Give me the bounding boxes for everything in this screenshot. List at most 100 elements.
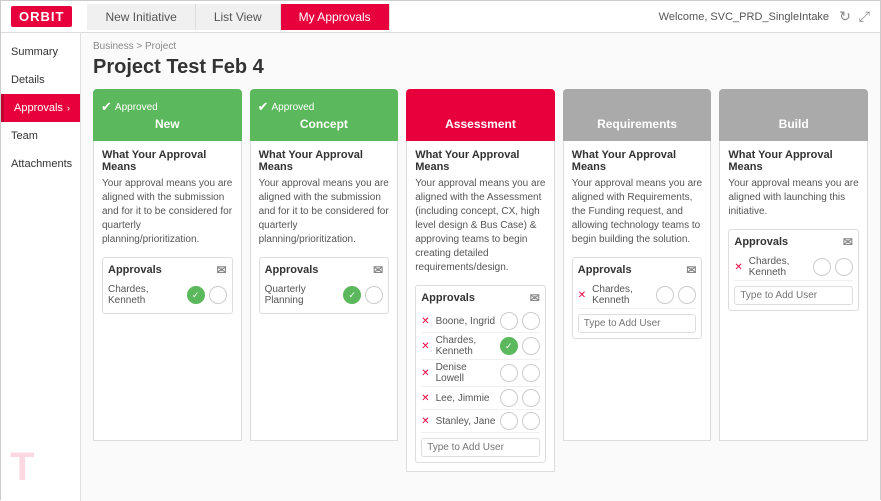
- sidebar-item-team[interactable]: Team: [1, 122, 80, 150]
- approver-row: Chardes, Kenneth ✓: [108, 282, 227, 308]
- approvals-label-requirements: Approvals: [578, 264, 632, 276]
- sidebar-item-details[interactable]: Details: [1, 66, 80, 94]
- approver-status-empty: [522, 389, 540, 407]
- approval-means-text-build: Your approval means you are aligned with…: [728, 177, 859, 219]
- x-icon: ✕: [421, 393, 429, 404]
- kanban-col-requirements: Requirements What Your Approval Means Yo…: [563, 89, 712, 472]
- approval-means-text-requirements: Your approval means you are aligned with…: [572, 177, 703, 247]
- approver-status-empty: [522, 364, 540, 382]
- approver-status-empty: [522, 337, 540, 355]
- approver-name: Denise Lowell: [436, 362, 496, 384]
- approval-means-title-build: What Your Approval Means: [728, 149, 859, 173]
- approver-name: Chardes, Kenneth: [592, 284, 652, 306]
- approvals-label-concept: Approvals: [265, 264, 319, 276]
- tab-new-initiative[interactable]: New Initiative: [87, 4, 195, 30]
- orbit-logo: ORBIT: [11, 6, 72, 27]
- approvals-label-new: Approvals: [108, 264, 162, 276]
- mail-icon-new[interactable]: ✉: [217, 263, 227, 277]
- col-body-build: What Your Approval Means Your approval m…: [719, 141, 868, 441]
- add-user-input-assessment[interactable]: [421, 438, 540, 457]
- approval-means-text-concept: Your approval means you are aligned with…: [259, 177, 390, 247]
- col-header-new: ✔ Approved New: [93, 89, 242, 141]
- col-label-assessment: Assessment: [445, 117, 516, 131]
- tab-my-approvals[interactable]: My Approvals: [281, 4, 390, 30]
- approver-name: Boone, Ingrid: [436, 316, 496, 327]
- sidebar-item-summary[interactable]: Summary: [1, 38, 80, 66]
- sidebar-item-approvals[interactable]: Approvals ›: [1, 94, 80, 122]
- approval-means-text-assessment: Your approval means you are aligned with…: [415, 177, 546, 275]
- col-label-new: New: [155, 117, 180, 131]
- add-user-input-requirements[interactable]: [578, 314, 697, 333]
- header: ORBIT New Initiative List View My Approv…: [1, 1, 880, 33]
- approver-name: Quarterly Planning: [265, 284, 340, 306]
- approver-status-empty: [656, 286, 674, 304]
- approver-status-approved: ✓: [500, 337, 518, 355]
- col-header-concept: ✔ Approved Concept: [250, 89, 399, 141]
- approver-row: ✕ Lee, Jimmie: [421, 387, 540, 410]
- refresh-icon[interactable]: ↻: [839, 8, 851, 25]
- approver-row: ✕ Boone, Ingrid: [421, 310, 540, 333]
- nav-tabs: New Initiative List View My Approvals: [87, 4, 389, 30]
- approver-name: Chardes, Kenneth: [436, 335, 496, 357]
- approval-means-title-concept: What Your Approval Means: [259, 149, 390, 173]
- approver-status-empty: [522, 412, 540, 430]
- layout: Summary Details Approvals › Team Attachm…: [1, 33, 880, 501]
- mail-icon-assessment[interactable]: ✉: [530, 291, 540, 305]
- col-header-assessment: Assessment: [406, 89, 555, 141]
- approvals-section-concept: Approvals ✉ Quarterly Planning ✓: [259, 257, 390, 314]
- col-status-concept: ✔ Approved: [258, 99, 391, 115]
- col-header-requirements: Requirements: [563, 89, 712, 141]
- col-body-concept: What Your Approval Means Your approval m…: [250, 141, 399, 441]
- kanban-col-new: ✔ Approved New What Your Approval Means …: [93, 89, 242, 472]
- approval-means-text-new: Your approval means you are aligned with…: [102, 177, 233, 247]
- approver-name: Chardes, Kenneth: [749, 256, 809, 278]
- approver-status-empty: [500, 389, 518, 407]
- sidebar-item-attachments[interactable]: Attachments: [1, 150, 80, 178]
- col-label-concept: Concept: [300, 117, 348, 131]
- kanban-board: ✔ Approved New What Your Approval Means …: [93, 89, 868, 472]
- approvals-header-build: Approvals ✉: [734, 235, 853, 249]
- approver-status-empty: [813, 258, 831, 276]
- mail-icon-concept[interactable]: ✉: [373, 263, 383, 277]
- mail-icon-build[interactable]: ✉: [843, 235, 853, 249]
- page-header: Project Test Feb 4: [93, 56, 868, 79]
- col-body-assessment: What Your Approval Means Your approval m…: [406, 141, 555, 472]
- approver-row: ✕ Denise Lowell: [421, 360, 540, 387]
- sidebar-label-team: Team: [11, 130, 38, 142]
- approver-name: Stanley, Jane: [436, 416, 496, 427]
- col-status-new: ✔ Approved: [101, 99, 234, 115]
- approval-means-title-new: What Your Approval Means: [102, 149, 233, 173]
- col-body-requirements: What Your Approval Means Your approval m…: [563, 141, 712, 441]
- sidebar-label-details: Details: [11, 74, 45, 86]
- sidebar: Summary Details Approvals › Team Attachm…: [1, 33, 81, 501]
- x-icon: ✕: [734, 262, 742, 273]
- col-status-label-concept: Approved: [272, 102, 315, 113]
- sidebar-label-approvals: Approvals: [14, 102, 63, 114]
- col-label-requirements: Requirements: [597, 117, 677, 131]
- sidebar-label-attachments: Attachments: [11, 158, 72, 170]
- mail-icon-requirements[interactable]: ✉: [686, 263, 696, 277]
- tab-list-view[interactable]: List View: [196, 4, 281, 30]
- share-icon[interactable]: ⤢: [859, 8, 870, 25]
- approvals-header-new: Approvals ✉: [108, 263, 227, 277]
- add-user-input-build[interactable]: [734, 286, 853, 305]
- approver-name: Chardes, Kenneth: [108, 284, 183, 306]
- col-body-new: What Your Approval Means Your approval m…: [93, 141, 242, 441]
- approver-row: ✕ Chardes, Kenneth ✓: [421, 333, 540, 360]
- approver-status-empty: [500, 412, 518, 430]
- approver-name: Lee, Jimmie: [436, 393, 496, 404]
- kanban-col-build: Build What Your Approval Means Your appr…: [719, 89, 868, 472]
- approver-status-empty: [365, 286, 383, 304]
- approvals-header-assessment: Approvals ✉: [421, 291, 540, 305]
- approver-row: ✕ Stanley, Jane: [421, 410, 540, 433]
- approvals-section-requirements: Approvals ✉ ✕ Chardes, Kenneth: [572, 257, 703, 339]
- page-title: Project Test Feb 4: [93, 56, 868, 79]
- x-icon: ✕: [421, 416, 429, 427]
- approvals-label-assessment: Approvals: [421, 292, 475, 304]
- col-status-label-new: Approved: [115, 102, 158, 113]
- approval-means-title-requirements: What Your Approval Means: [572, 149, 703, 173]
- x-icon: ✕: [421, 368, 429, 379]
- approvals-header-requirements: Approvals ✉: [578, 263, 697, 277]
- approver-row: ✕ Chardes, Kenneth: [578, 282, 697, 309]
- check-icon-new: ✔: [101, 99, 112, 115]
